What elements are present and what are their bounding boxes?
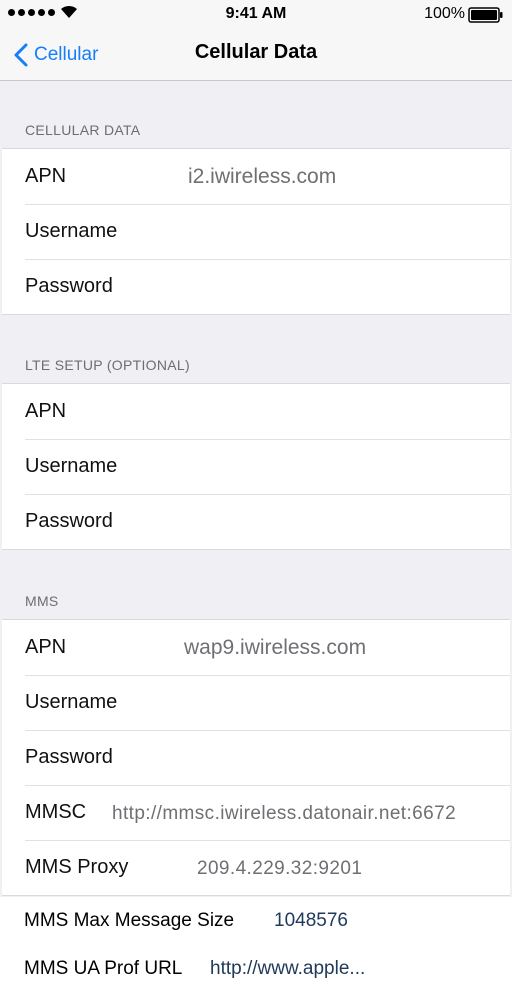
battery-icon (468, 7, 503, 23)
mms-max-message-size-field[interactable]: MMS Max Message Size 1048576 (0, 897, 512, 945)
field-value[interactable]: http://www.apple... (210, 958, 365, 980)
cellular-apn-field[interactable]: APN i2.iwireless.com (2, 149, 510, 204)
section-header-lte-setup: LTE SETUP (OPTIONAL) (25, 357, 190, 373)
lte-username-field[interactable]: Username (2, 439, 510, 494)
mms-password-field[interactable]: Password (2, 730, 510, 785)
field-label: MMS UA Prof URL (24, 958, 183, 979)
navigation-bar: Cellular Cellular Data (0, 30, 512, 81)
cellular-data-group: APN i2.iwireless.com Username Password (2, 148, 510, 315)
mms-group: APN wap9.iwireless.com Username Password… (2, 619, 510, 896)
field-label: MMS Proxy (25, 856, 129, 878)
field-value[interactable]: wap9.iwireless.com (184, 636, 366, 660)
status-bar: 9:41 AM 100% (0, 0, 512, 30)
field-label: Password (25, 275, 113, 297)
field-label: MMS Max Message Size (24, 910, 235, 931)
mms-proxy-field[interactable]: MMS Proxy 209.4.229.32:9201 (2, 840, 510, 895)
cellular-username-field[interactable]: Username (2, 204, 510, 259)
mms-username-field[interactable]: Username (2, 675, 510, 730)
field-label: Password (25, 510, 113, 532)
mmsc-field[interactable]: MMSC http://mmsc.iwireless.datonair.net:… (2, 785, 510, 840)
section-header-cellular-data: CELLULAR DATA (25, 122, 141, 138)
field-label: Username (25, 691, 118, 713)
mms-apn-field[interactable]: APN wap9.iwireless.com (2, 620, 510, 675)
field-value[interactable]: 209.4.229.32:9201 (197, 858, 362, 880)
field-label: MMSC (25, 801, 87, 823)
cellular-password-field[interactable]: Password (2, 259, 510, 314)
field-label: APN (25, 400, 67, 422)
field-label: APN (25, 165, 67, 187)
battery-percentage: 100% (424, 5, 465, 22)
field-label: Username (25, 455, 118, 477)
mms-extra-group: MMS Max Message Size 1048576 MMS UA Prof… (0, 897, 512, 1007)
lte-setup-group: APN Username Password (2, 383, 510, 550)
field-label: Username (25, 220, 118, 242)
lte-password-field[interactable]: Password (2, 494, 510, 549)
lte-apn-field[interactable]: APN (2, 384, 510, 439)
field-label: Password (25, 746, 113, 768)
field-value[interactable]: 1048576 (274, 910, 348, 932)
field-label: APN (25, 636, 67, 658)
section-header-mms: MMS (25, 593, 59, 609)
field-value[interactable]: i2.iwireless.com (188, 165, 336, 189)
mms-ua-prof-url-field[interactable]: MMS UA Prof URL http://www.apple... (0, 945, 512, 993)
field-value[interactable]: http://mmsc.iwireless.datonair.net:6672 (112, 803, 456, 825)
page-title: Cellular Data (194, 41, 318, 63)
